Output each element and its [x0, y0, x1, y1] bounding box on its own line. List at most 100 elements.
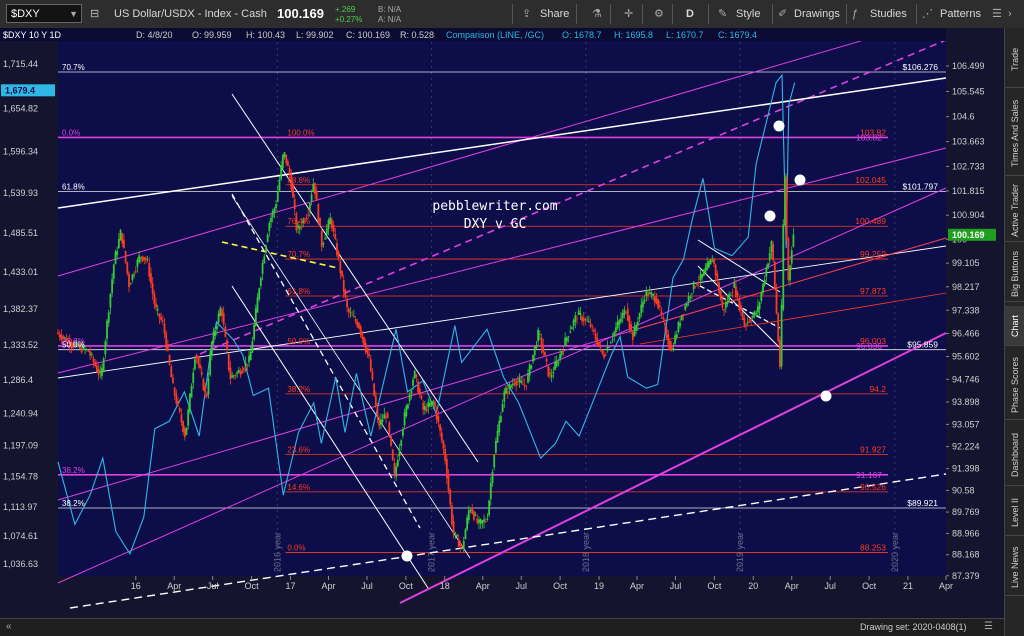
- menu-icon[interactable]: ☰: [992, 0, 1002, 28]
- candle-body: [513, 383, 516, 385]
- time-axis: [58, 576, 946, 618]
- side-tab-trade[interactable]: Trade: [1005, 32, 1024, 88]
- side-panel-tabs: Trade Times And Sales Active Trader Big But…: [1004, 28, 1024, 636]
- flask-icon[interactable]: ⚗: [592, 0, 602, 28]
- side-tab-phase-scores[interactable]: Phase Scores: [1005, 350, 1024, 420]
- candle-body: [540, 337, 543, 348]
- candle-body: [170, 366, 173, 378]
- candle-body: [413, 370, 416, 379]
- candle-body: [351, 314, 354, 316]
- aggregation-button[interactable]: D: [686, 0, 694, 28]
- pencil-icon[interactable]: ✐: [778, 0, 787, 28]
- symbol-description: US Dollar/USDX - Index - Cash: [114, 8, 267, 20]
- candle-body: [231, 375, 234, 378]
- candle-body: [205, 393, 208, 397]
- candle-body: [655, 297, 658, 304]
- drawings-button[interactable]: Drawings: [794, 0, 840, 28]
- y-right-tick-label: 102.733: [952, 161, 985, 171]
- candle-body: [87, 350, 90, 352]
- candle-body: [347, 308, 350, 313]
- side-tab-level-ii[interactable]: Level II: [1005, 490, 1024, 536]
- candle-body: [368, 353, 370, 357]
- candle-body: [442, 440, 445, 449]
- last-price: 100.169: [277, 6, 324, 21]
- candle-body: [422, 402, 425, 410]
- candle-body: [393, 463, 396, 474]
- chevron-right-icon[interactable]: ›: [1008, 0, 1012, 28]
- candle-body: [576, 318, 578, 320]
- price-chart[interactable]: 2016 year 2017 year 2018 year 2019 year 2020…: [0, 28, 1004, 618]
- header-low: L: 99.902: [296, 30, 334, 40]
- candle-body: [755, 313, 758, 315]
- gear-icon[interactable]: ⚙: [654, 0, 664, 28]
- y-left-tick-label: 1,074.61: [3, 531, 38, 541]
- side-tab-dashboard[interactable]: Dashboard: [1005, 424, 1024, 486]
- candle-body: [454, 532, 457, 534]
- share-icon[interactable]: ⇪: [522, 0, 531, 28]
- y-left-tick-label: 1,715.44: [3, 59, 38, 69]
- candle-body: [199, 364, 201, 368]
- candle-body: [261, 262, 264, 274]
- candle-body: [165, 332, 168, 349]
- studies-button[interactable]: Studies: [870, 0, 907, 28]
- candle-body: [584, 319, 587, 321]
- candle-body: [102, 358, 105, 371]
- expand-icon[interactable]: «: [6, 621, 12, 632]
- candle-body: [97, 369, 100, 375]
- candle-body: [332, 224, 335, 232]
- patterns-button[interactable]: Patterns: [940, 0, 981, 28]
- link-icon[interactable]: ⊟: [90, 0, 99, 28]
- candle-body: [726, 301, 729, 305]
- candle-body: [653, 296, 656, 302]
- candle-body: [714, 264, 717, 276]
- candle-body: [500, 416, 502, 423]
- candle-body: [555, 360, 558, 367]
- crosshair-icon[interactable]: ✛: [624, 0, 633, 28]
- x-tick-label: 21: [903, 581, 913, 591]
- candle-body: [329, 217, 332, 225]
- style-button[interactable]: Style: [736, 0, 760, 28]
- side-tab-live-news[interactable]: Live News: [1005, 540, 1024, 596]
- candle-body: [217, 313, 220, 323]
- side-tab-times-and-sales[interactable]: Times And Sales: [1005, 92, 1024, 176]
- symbol-input[interactable]: $DXY ▼: [6, 4, 82, 23]
- candle-body: [161, 320, 164, 322]
- x-tick-label: 18: [440, 581, 450, 591]
- white-level-price: $106.276: [903, 62, 939, 72]
- candle-body: [153, 293, 156, 305]
- brush-icon[interactable]: ✎: [718, 0, 727, 28]
- candle-body: [134, 271, 137, 272]
- menu-icon[interactable]: ☰: [984, 621, 993, 632]
- side-tab-active-trader[interactable]: Active Trader: [1005, 180, 1024, 242]
- patterns-icon[interactable]: ⋰: [922, 0, 933, 28]
- candle-body: [464, 529, 467, 540]
- fib-level-price: 97.873: [860, 286, 886, 296]
- candle-body: [630, 324, 633, 331]
- share-button[interactable]: Share: [540, 0, 569, 28]
- candle-body: [777, 313, 780, 342]
- candle-body: [697, 282, 700, 283]
- divider: [672, 4, 673, 24]
- candle-body: [172, 377, 174, 384]
- x-tick-label: Apr: [785, 581, 799, 591]
- candle-body: [124, 250, 127, 263]
- candle-body: [158, 313, 161, 318]
- fib-level-percent: 38.2%: [287, 385, 310, 394]
- side-tab-big-buttons[interactable]: Big Buttons: [1005, 246, 1024, 302]
- candle-body: [518, 378, 521, 383]
- side-tab-chart[interactable]: Chart: [1005, 306, 1024, 346]
- candle-body: [58, 333, 61, 338]
- y-left-tick-label: 1,036.63: [3, 559, 38, 569]
- candle-body: [508, 384, 511, 390]
- chevron-down-icon[interactable]: ▼: [69, 5, 78, 24]
- fib-level-price: 91.927: [860, 445, 886, 455]
- studies-icon[interactable]: ƒ: [852, 0, 858, 28]
- candle-body: [94, 361, 97, 366]
- candle-body: [689, 297, 692, 298]
- candle-body: [214, 330, 217, 336]
- header-comp-close: C: 1679.4: [718, 30, 757, 40]
- candle-body: [148, 263, 151, 277]
- candle-body: [200, 371, 203, 375]
- candle-body: [467, 510, 470, 521]
- candle-body: [461, 545, 463, 547]
